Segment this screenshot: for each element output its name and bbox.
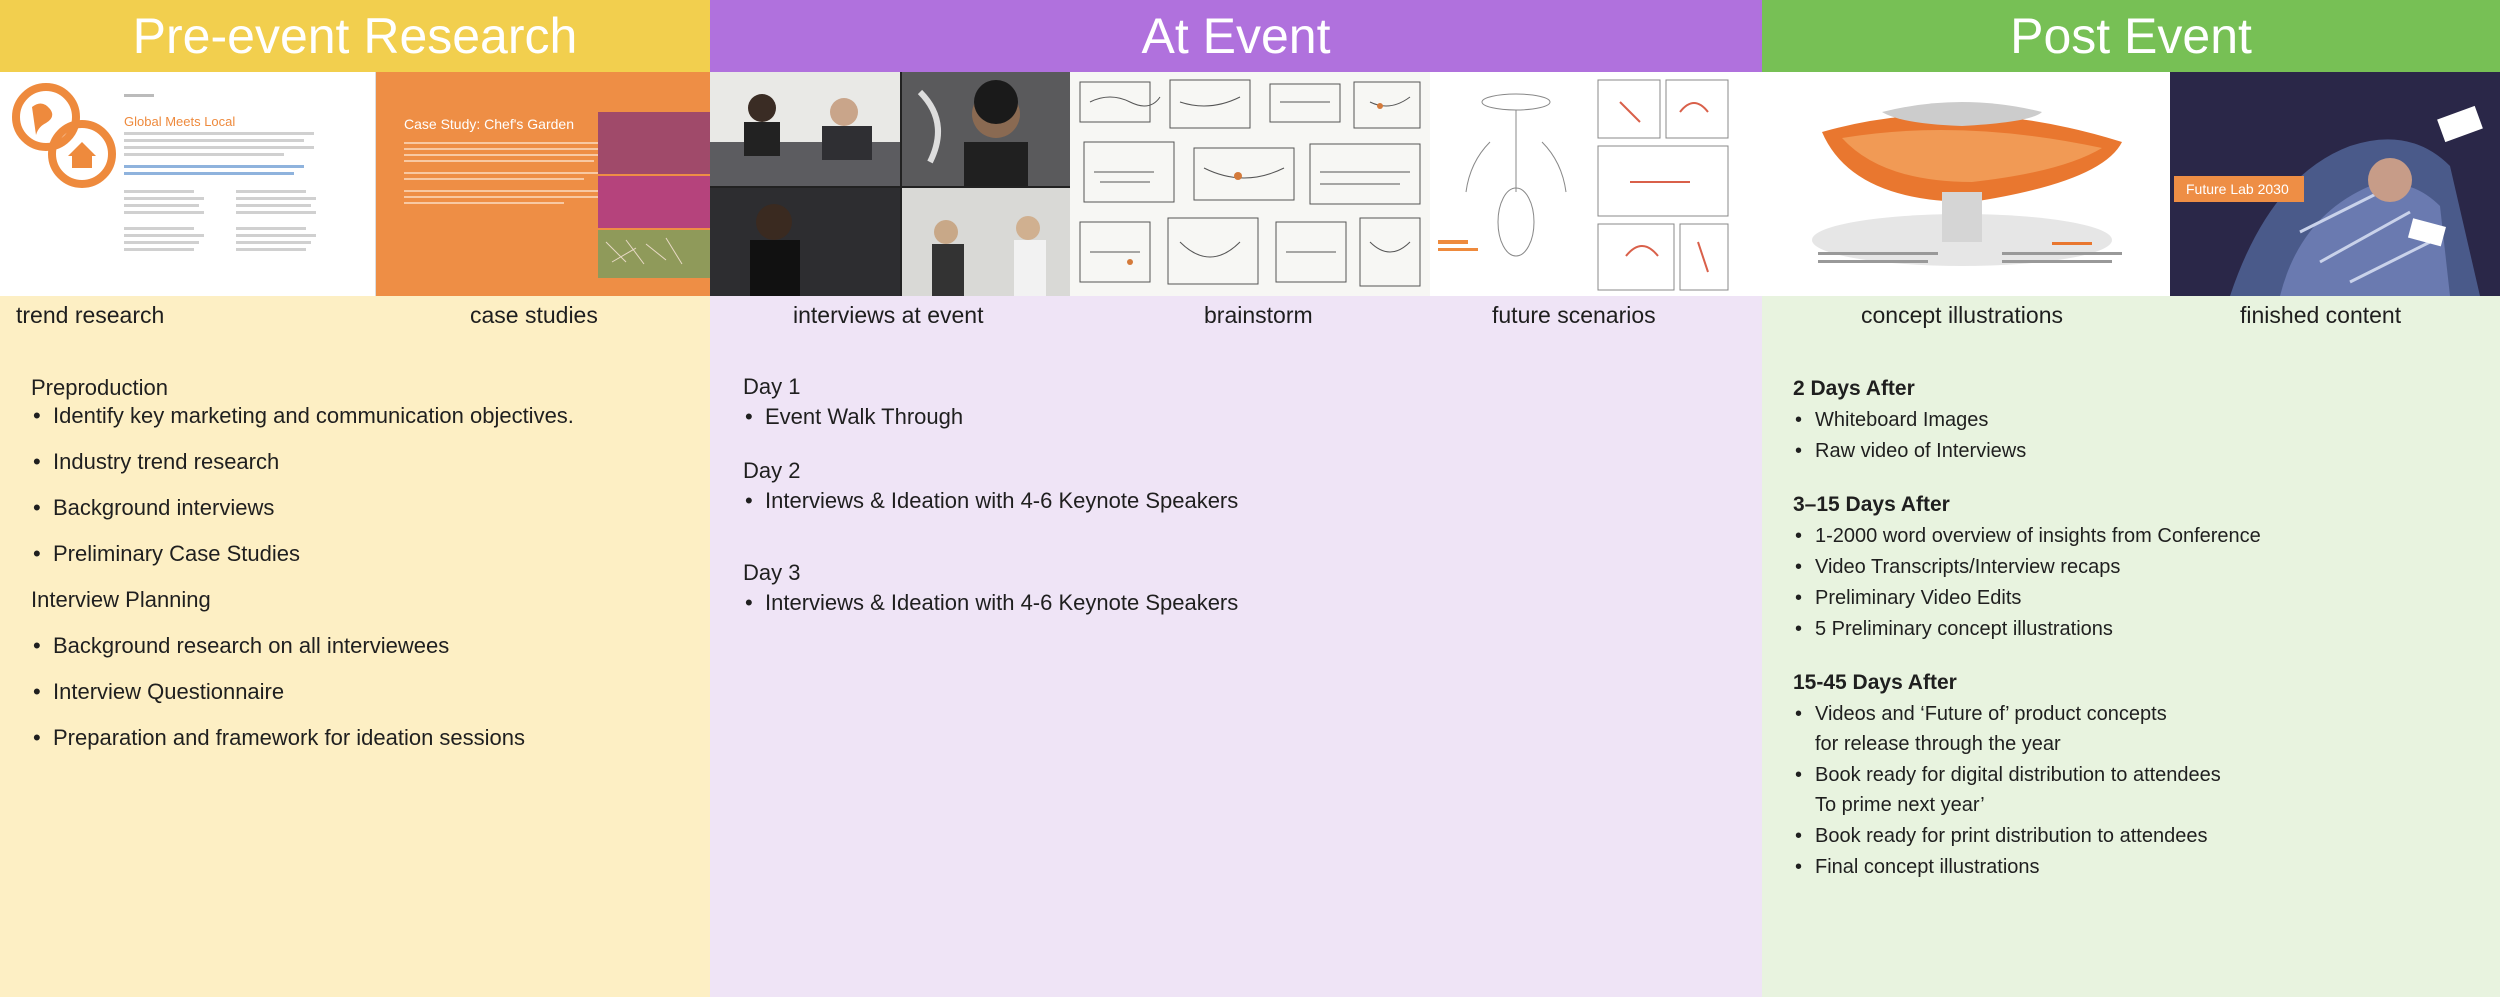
caption-interviews-at-event: interviews at event [793,302,984,328]
day-title: Day 1 [743,374,801,399]
post-event-deliverables: 2 Days After Whiteboard Images Raw video… [1793,377,2483,909]
list-item: Event Walk Through [743,404,1723,430]
list-item-text: Videos and ‘Future of’ product concepts [1815,703,2167,725]
list-item-continuation: To prime next year’ [1815,794,1985,816]
list-item: Video Transcripts/Interview recaps [1793,555,2483,579]
list-item: 1-2000 word overview of insights from Co… [1793,524,2483,548]
caption-brainstorm: brainstorm [1204,302,1313,328]
three-to-fifteen-days-group: 3–15 Days After 1-2000 word overview of … [1793,493,2483,641]
list-item: Whiteboard Images [1793,408,2483,432]
finished-content-thumbnail: Future Lab 2030 [2170,72,2500,296]
concept-illustration-thumbnail [1762,72,2170,296]
list-item: Videos and ‘Future of’ product concepts [1793,702,2483,726]
future-lab-tag: Future Lab 2030 [2174,176,2304,202]
list-item-text: Book ready for digital distribution to a… [1815,764,2221,786]
globe-home-icon [12,83,316,251]
group-title: 3–15 Days After [1793,493,1950,516]
caption-future-scenarios: future scenarios [1492,302,1656,328]
list-item: Preliminary Video Edits [1793,586,2483,610]
list-item: Identify key marketing and communication… [31,403,691,429]
group-title: Interview Planning [31,587,211,612]
list-item: Interview Questionnaire [31,679,691,705]
at-event-schedule: Day 1 Event Walk Through Day 2 Interview… [743,374,1723,644]
list-item-continuation: for release through the year [1815,733,2061,755]
list-item: Background research on all interviewees [31,633,691,659]
list-item: Interviews & Ideation with 4-6 Keynote S… [743,488,1723,514]
day-2-group: Day 2 Interviews & Ideation with 4-6 Key… [743,458,1723,514]
list-item: Preliminary Case Studies [31,541,691,567]
at-event-header: At Event [710,0,1762,72]
interview-video-grid [710,72,1070,296]
post-event-header: Post Event [1762,0,2500,72]
group-title: Preproduction [31,375,168,400]
pre-event-column: Pre-event Research Global Meets Local Ca… [0,0,710,997]
caption-finished-content: finished content [2240,302,2402,328]
case-study-thumbnail: Case Study: Chef's Garden [376,72,710,296]
caption-trend-research: trend research [16,302,165,328]
day-title: Day 3 [743,560,801,585]
trend-research-title: Global Meets Local [124,114,236,129]
brainstorm-sketch [1079,79,1421,287]
list-item: Final concept illustrations [1793,855,2483,879]
interview-planning-group: Interview Planning Background research o… [31,587,691,751]
future-scenarios-sketch [1438,79,1729,291]
concept-illustration-graphic [1812,102,2122,266]
two-days-after-group: 2 Days After Whiteboard Images Raw video… [1793,377,2483,463]
list-item: Book ready for digital distribution to a… [1793,763,2483,787]
fifteen-to-fortyfive-days-group: 15-45 Days After Videos and ‘Future of’ … [1793,671,2483,879]
list-item: Interviews & Ideation with 4-6 Keynote S… [743,590,1723,616]
group-title: 2 Days After [1793,377,1915,400]
trend-research-thumbnail: Global Meets Local [0,72,376,296]
day-3-group: Day 3 Interviews & Ideation with 4-6 Key… [743,560,1723,616]
list-item: Background interviews [31,495,691,521]
pre-event-header: Pre-event Research [0,0,710,72]
day-title: Day 2 [743,458,801,483]
caption-concept-illustrations: concept illustrations [1861,302,2063,328]
pre-event-task-list: Preproduction Identify key marketing and… [31,375,691,771]
list-item: Preparation and framework for ideation s… [31,725,691,751]
case-study-page-graphic [404,112,710,278]
list-item: Book ready for print distribution to att… [1793,824,2483,848]
list-item: Industry trend research [31,449,691,475]
brainstorm-thumbnail [1070,72,1430,296]
caption-case-studies: case studies [470,302,598,328]
list-item: Raw video of Interviews [1793,439,2483,463]
day-1-group: Day 1 Event Walk Through [743,374,1723,430]
preproduction-group: Preproduction Identify key marketing and… [31,375,691,567]
interviews-thumbnail [710,72,1070,296]
at-event-column: At Event interviews at event brainstorm … [710,0,1762,997]
group-title: 15-45 Days After [1793,671,1957,694]
post-event-column: Post Event Future Lab 2030 concept illus… [1762,0,2500,997]
list-item: 5 Preliminary concept illustrations [1793,617,2483,641]
future-scenarios-thumbnail [1430,72,1762,296]
